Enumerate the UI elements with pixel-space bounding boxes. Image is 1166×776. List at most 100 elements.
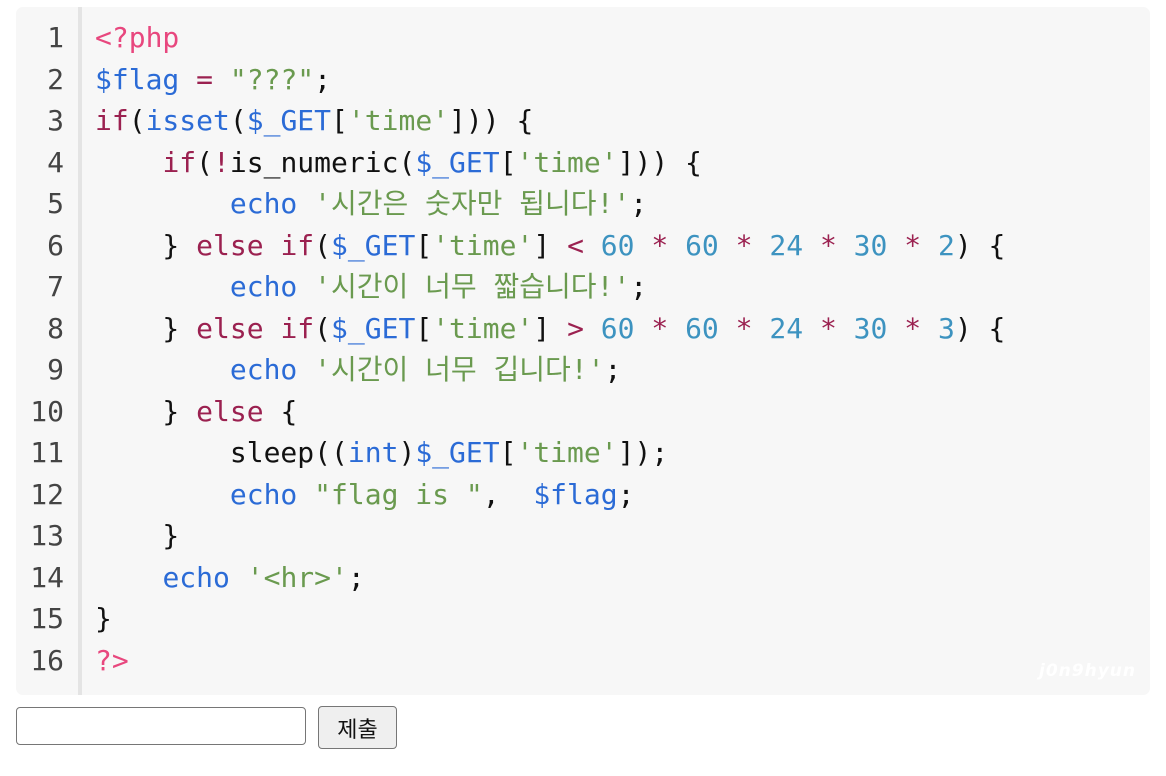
code-token: * bbox=[819, 228, 837, 262]
code-token: $_GET bbox=[415, 145, 500, 179]
code-token: = bbox=[196, 62, 214, 96]
line-number: 13 bbox=[30, 519, 64, 552]
code-token: echo bbox=[162, 560, 230, 594]
code-token: "???" bbox=[229, 62, 315, 96]
code-token: [ bbox=[415, 228, 433, 262]
code-token: if bbox=[280, 228, 315, 262]
code-line: 15} bbox=[16, 598, 1150, 640]
line-number: 11 bbox=[30, 436, 64, 469]
code-token: 'time' bbox=[432, 311, 534, 345]
code-token: , bbox=[482, 477, 534, 511]
code-text: sleep((int)$_GET['time']); bbox=[95, 432, 668, 474]
code-line: 6 } else if($_GET['time'] < 60 * 60 * 24… bbox=[16, 225, 1150, 267]
code-lines: 1 <?php 2 $flag = "???"; 3 if(isset($_GET['ti… bbox=[16, 17, 1150, 681]
code-token: else bbox=[196, 394, 264, 428]
code-token: ]); bbox=[617, 436, 669, 469]
code-token: 60 bbox=[685, 311, 719, 345]
code-line: 4 if(!is_numeric($_GET['time'])) { bbox=[16, 142, 1150, 184]
code-token: if bbox=[95, 104, 129, 137]
code-token: ])) { bbox=[449, 104, 534, 137]
line-number: 6 bbox=[47, 228, 64, 262]
line-number: 4 bbox=[47, 145, 64, 179]
line-number: 3 bbox=[47, 104, 64, 137]
code-token: $flag bbox=[95, 62, 180, 96]
code-token: "flag is " bbox=[314, 477, 483, 511]
code-token: '시간은 숫자만 됩니다!' bbox=[314, 187, 631, 220]
code-token: '<hr>' bbox=[246, 560, 348, 594]
code-text: if(!is_numeric($_GET['time'])) { bbox=[95, 142, 702, 184]
code-token: } bbox=[95, 311, 197, 345]
code-token: * bbox=[904, 228, 922, 262]
line-number: 9 bbox=[47, 353, 64, 386]
code-token: ( bbox=[196, 145, 214, 179]
code-token: '시간이 너무 깁니다!' bbox=[314, 353, 605, 386]
code-token: } bbox=[95, 519, 180, 552]
code-token: is_numeric( bbox=[229, 145, 416, 179]
code-text: } else if($_GET['time'] > 60 * 60 * 24 *… bbox=[95, 308, 1005, 350]
code-line: 13 } bbox=[16, 515, 1150, 557]
code-text: echo "flag is ", $flag; bbox=[95, 474, 635, 516]
code-token: * bbox=[735, 311, 753, 345]
code-token: echo bbox=[229, 270, 298, 303]
code-line: 9 echo '시간이 너무 깁니다!'; bbox=[16, 349, 1150, 391]
code-token: 30 bbox=[853, 228, 888, 262]
code-token: 'time' bbox=[347, 104, 450, 137]
code-token: ( bbox=[229, 104, 247, 137]
code-text: } else if($_GET['time'] < 60 * 60 * 24 *… bbox=[95, 225, 1005, 267]
code-token: $_GET bbox=[331, 228, 416, 262]
code-token: 'time' bbox=[516, 145, 618, 179]
code-line: 7 echo '시간이 너무 짧습니다!'; bbox=[16, 266, 1150, 308]
code-token: < bbox=[567, 228, 584, 262]
code-token: * bbox=[904, 311, 922, 345]
code-text: $flag = "???"; bbox=[95, 59, 331, 101]
line-number: 8 bbox=[47, 311, 64, 345]
code-text: <?php bbox=[95, 17, 179, 59]
code-line: 1 <?php bbox=[16, 17, 1150, 59]
code-token: ])) { bbox=[617, 145, 702, 179]
code-token: > bbox=[567, 311, 584, 345]
code-line: 16 ?> bbox=[16, 640, 1150, 682]
code-text: } bbox=[95, 598, 112, 640]
code-token: ) { bbox=[954, 311, 1006, 345]
code-token: ( bbox=[314, 228, 332, 262]
code-text: echo '<hr>'; bbox=[95, 557, 365, 599]
code-token: else bbox=[196, 311, 264, 345]
line-number: 1 bbox=[47, 21, 64, 54]
code-line: 11 sleep((int)$_GET['time']); bbox=[16, 432, 1150, 474]
code-token: $flag bbox=[533, 477, 618, 511]
code-token: * bbox=[735, 228, 753, 262]
code-token: ) { bbox=[954, 228, 1006, 262]
code-token: '시간이 너무 짧습니다!' bbox=[314, 270, 631, 303]
code-token: 30 bbox=[853, 311, 888, 345]
watermark: j0n9hyun bbox=[1039, 661, 1136, 681]
submit-button[interactable]: 제출 bbox=[318, 706, 397, 749]
line-number: 14 bbox=[30, 560, 64, 594]
code-line: 12 echo "flag is ", $flag; bbox=[16, 474, 1150, 516]
code-token: ( bbox=[314, 311, 332, 345]
code-token: ; bbox=[347, 560, 365, 594]
code-line: 3 if(isset($_GET['time'])) { bbox=[16, 100, 1150, 142]
code-token: ] bbox=[533, 228, 568, 262]
time-input[interactable] bbox=[16, 707, 306, 745]
